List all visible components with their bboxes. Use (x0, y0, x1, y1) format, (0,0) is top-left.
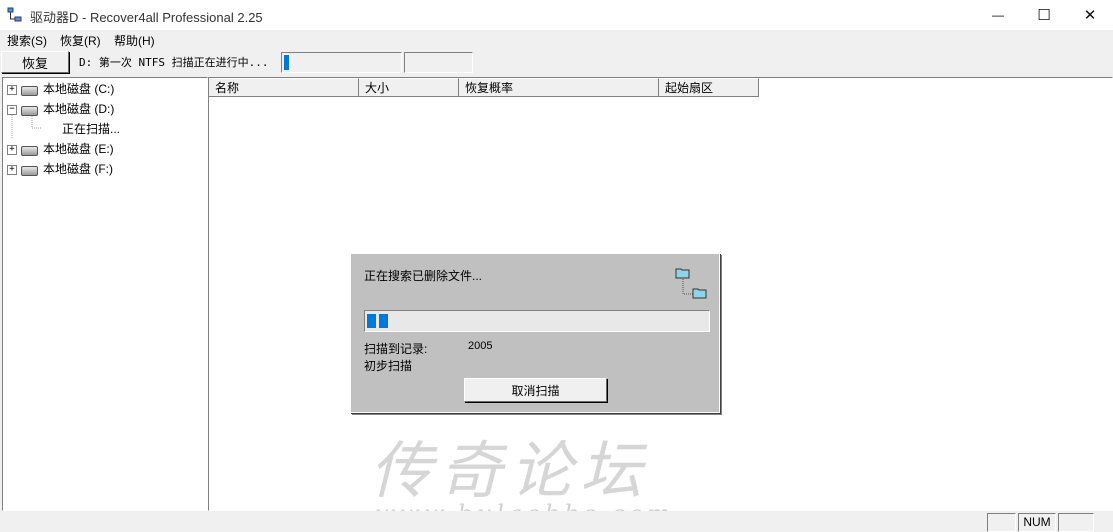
dialog-message: 正在搜索已删除文件... (364, 269, 483, 283)
column-header-size[interactable]: 大小 (359, 78, 459, 97)
watermark-text: 传奇论坛 (370, 434, 651, 507)
scan-progress-dialog: 正在搜索已删除文件... 扫描到记录: 2005 初步扫描 取消扫描 (350, 253, 720, 413)
tree-item-label: 本地磁盘 (F:) (43, 162, 113, 176)
records-value: 2005 (468, 340, 493, 352)
menu-recover[interactable]: 恢复(R) (60, 32, 101, 49)
expand-icon[interactable]: + (7, 165, 17, 175)
menu-bar (0, 30, 1113, 49)
drive-tree[interactable]: + 本地磁盘 (C:) − 本地磁盘 (D:) 正在扫描... + 本地磁盘 (… (2, 77, 208, 511)
progress-segment (367, 314, 376, 328)
collapse-icon[interactable]: − (7, 105, 17, 115)
app-icon (7, 7, 23, 23)
close-icon: ✕ (1083, 7, 1097, 24)
minimize-button[interactable]: — (975, 0, 1021, 30)
folder-tree-icon (675, 266, 711, 305)
drive-icon (21, 86, 38, 96)
scan-phase: 初步扫描 (364, 359, 413, 373)
records-label: 扫描到记录: (364, 342, 428, 356)
drive-icon (21, 146, 38, 156)
status-num-lock: NUM (1018, 513, 1056, 532)
expand-icon[interactable]: + (7, 145, 17, 155)
scan-status-text: D: 第一次 NTFS 扫描正在进行中... (79, 56, 269, 69)
tree-item-label: 本地磁盘 (E:) (43, 142, 114, 156)
expand-icon[interactable]: + (7, 85, 17, 95)
column-header-start-sector[interactable]: 起始扇区 (659, 78, 759, 97)
status-cell-empty (1058, 513, 1094, 532)
recover-button[interactable]: 恢复 (1, 51, 69, 73)
toolbar-progress-bar (281, 52, 402, 73)
column-header-name[interactable]: 名称 (209, 78, 359, 97)
tree-item-label: 本地磁盘 (D:) (43, 102, 115, 116)
maximize-icon: ☐ (1037, 7, 1051, 24)
window-title: 驱动器D - Recover4all Professional 2.25 (30, 10, 263, 25)
drive-icon (21, 166, 38, 176)
menu-search[interactable]: 搜索(S) (7, 32, 47, 49)
toolbar-progress-fill (284, 55, 289, 70)
maximize-button[interactable]: ☐ (1021, 0, 1067, 30)
minimize-icon: — (992, 8, 1004, 22)
drive-icon (21, 106, 38, 116)
progress-segment (379, 314, 388, 328)
status-bar (0, 511, 1113, 530)
cancel-scan-button[interactable]: 取消扫描 (464, 378, 607, 402)
status-cell-empty (987, 513, 1016, 532)
dialog-progress-bar (364, 310, 710, 332)
column-header-recovery-probability[interactable]: 恢复概率 (459, 78, 659, 97)
close-button[interactable]: ✕ (1067, 0, 1113, 30)
menu-help[interactable]: 帮助(H) (114, 32, 155, 49)
tree-item-label: 正在扫描... (62, 122, 121, 136)
toolbar-secondary-box (404, 52, 473, 73)
tree-item-label: 本地磁盘 (C:) (43, 82, 115, 96)
